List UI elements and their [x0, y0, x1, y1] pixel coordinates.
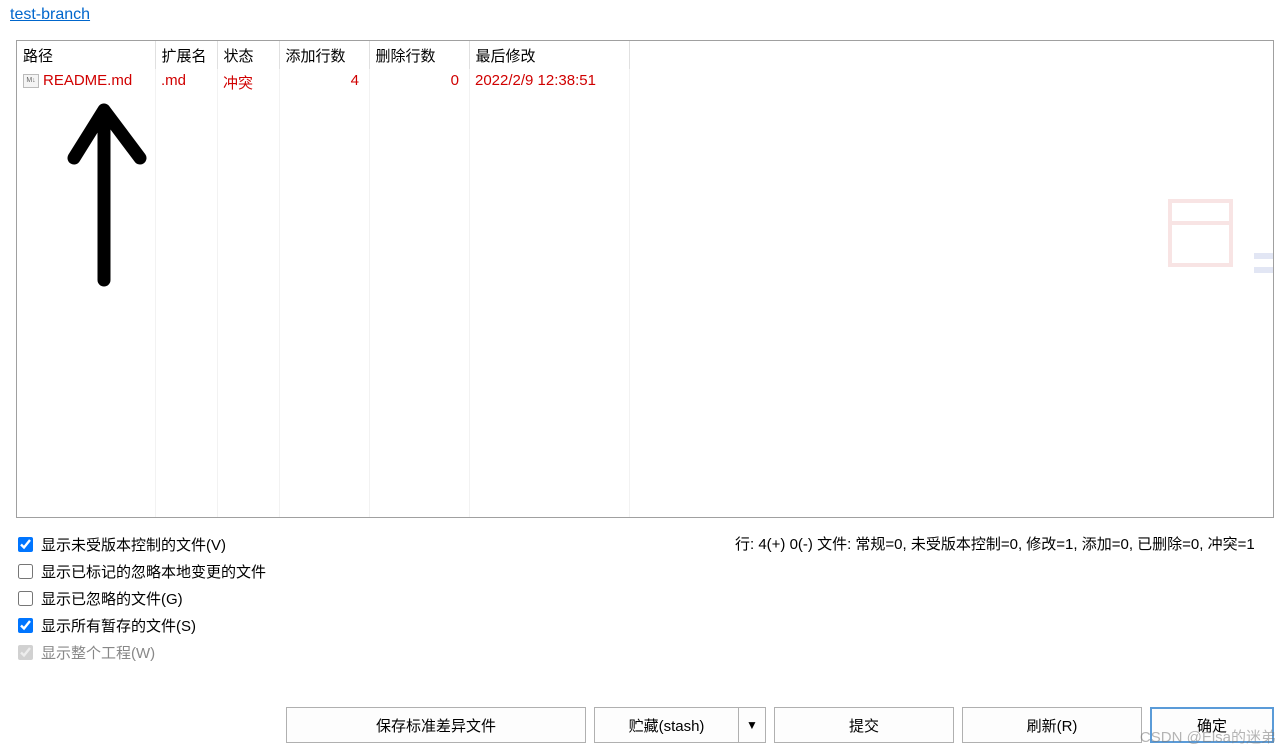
checkbox-label: 显示所有暂存的文件(S) — [41, 615, 196, 636]
checkbox-label: 显示整个工程(W) — [41, 642, 155, 663]
cell-status: 冲突 — [217, 70, 279, 95]
status-summary: 行: 4(+) 0(-) 文件: 常规=0, 未受版本控制=0, 修改=1, 添… — [735, 534, 1274, 557]
options-panel: 显示未受版本控制的文件(V) 显示已标记的忽略本地变更的文件 显示已忽略的文件(… — [18, 534, 418, 669]
col-header-status[interactable]: 状态 — [217, 41, 279, 70]
markdown-file-icon: M↓ — [23, 74, 39, 88]
ok-button[interactable]: 确定 — [1150, 707, 1274, 743]
file-table: 路径 扩展名 状态 添加行数 删除行数 最后修改 M↓ README.md .md… — [17, 41, 1273, 517]
col-header-path[interactable]: 路径 — [17, 41, 155, 70]
checkbox-label: 显示未受版本控制的文件(V) — [41, 534, 226, 555]
cell-ext: .md — [155, 70, 217, 95]
checkbox-input — [18, 645, 33, 660]
checkbox-show-unversioned[interactable]: 显示未受版本控制的文件(V) — [18, 534, 418, 555]
col-header-extension[interactable]: 扩展名 — [155, 41, 217, 70]
checkbox-show-ignored[interactable]: 显示已忽略的文件(G) — [18, 588, 418, 609]
cell-deleted: 0 — [369, 70, 469, 95]
cell-rest — [629, 70, 1273, 95]
checkbox-input[interactable] — [18, 537, 33, 552]
col-header-rest — [629, 41, 1273, 70]
checkbox-input[interactable] — [18, 591, 33, 606]
table-header-row: 路径 扩展名 状态 添加行数 删除行数 最后修改 — [17, 41, 1273, 70]
file-list[interactable]: 路径 扩展名 状态 添加行数 删除行数 最后修改 M↓ README.md .md… — [16, 40, 1274, 518]
col-header-deleted-lines[interactable]: 删除行数 — [369, 41, 469, 70]
table-row[interactable]: M↓ README.md .md 冲突 4 0 2022/2/9 12:38:51 — [17, 70, 1273, 95]
chevron-down-icon: ▼ — [746, 718, 758, 732]
branch-link[interactable]: test-branch — [0, 0, 100, 28]
checkbox-show-stashed[interactable]: 显示所有暂存的文件(S) — [18, 615, 418, 636]
col-header-added-lines[interactable]: 添加行数 — [279, 41, 369, 70]
refresh-button[interactable]: 刷新(R) — [962, 707, 1142, 743]
filename-text: README.md — [43, 72, 132, 89]
stash-split-button[interactable]: 贮藏(stash) ▼ — [594, 707, 766, 743]
checkbox-label: 显示已忽略的文件(G) — [41, 588, 183, 609]
checkbox-label: 显示已标记的忽略本地变更的文件 — [41, 561, 266, 582]
stash-button[interactable]: 贮藏(stash) — [594, 707, 738, 743]
checkbox-show-whole-project: 显示整个工程(W) — [18, 642, 418, 663]
button-bar: 保存标准差异文件 贮藏(stash) ▼ 提交 刷新(R) 确定 — [0, 707, 1274, 743]
commit-button[interactable]: 提交 — [774, 707, 954, 743]
checkbox-input[interactable] — [18, 618, 33, 633]
cell-added: 4 — [279, 70, 369, 95]
checkbox-input[interactable] — [18, 564, 33, 579]
stash-dropdown-button[interactable]: ▼ — [738, 707, 766, 743]
cell-modified: 2022/2/9 12:38:51 — [469, 70, 629, 95]
cell-path: M↓ README.md — [17, 70, 155, 95]
save-diff-button[interactable]: 保存标准差异文件 — [286, 707, 586, 743]
checkbox-show-marked-ignore[interactable]: 显示已标记的忽略本地变更的文件 — [18, 561, 418, 582]
col-header-last-modified[interactable]: 最后修改 — [469, 41, 629, 70]
